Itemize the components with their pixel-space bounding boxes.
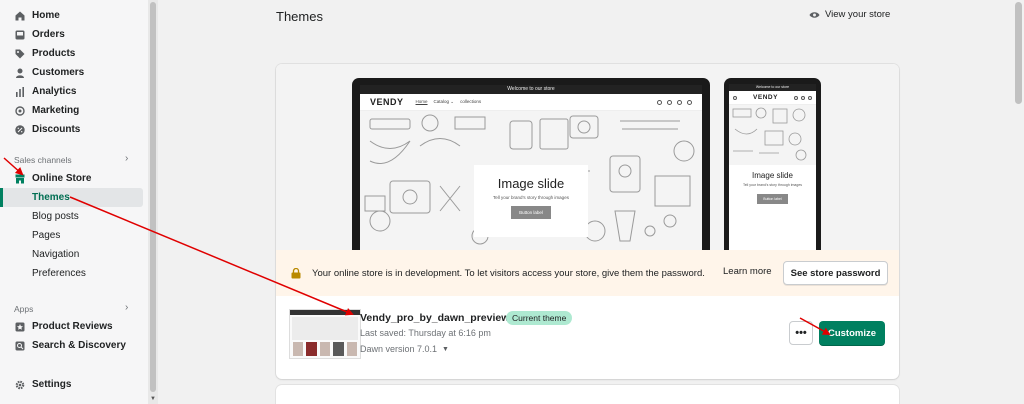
banner-message: Your online store is in development. To … [312, 267, 705, 279]
hero-illustration [729, 105, 816, 165]
theme-version-dropdown[interactable]: Dawn version 7.0.1 ▼ [360, 344, 449, 354]
discount-icon [15, 124, 25, 135]
cart-icon [687, 99, 692, 105]
announcement-bar: Welcome to our store [729, 84, 816, 91]
sidebar-subitem-blog-posts[interactable]: Blog posts [0, 207, 143, 226]
sales-channels-heading: Sales channels [14, 155, 72, 165]
sidebar-item-products[interactable]: Products [0, 44, 143, 63]
store-menu-item: collections [460, 99, 482, 104]
sidebar-item-label: Online Store [32, 173, 92, 184]
search-app-icon [15, 341, 25, 351]
sidebar-item-label: Orders [32, 29, 65, 40]
app-icon [15, 322, 25, 332]
store-menu-item: Home [415, 99, 428, 104]
sidebar-item-label: Search & Discovery [32, 340, 126, 351]
desktop-preview: Welcome to our store VENDY Home Catalog … [352, 78, 710, 250]
sidebar-item-search-discovery[interactable]: Search & Discovery [0, 336, 143, 355]
see-store-password-button[interactable]: See store password [783, 261, 888, 285]
home-icon [15, 11, 25, 21]
account-icon [667, 99, 672, 105]
slide-button: Button label [757, 194, 788, 204]
theme-thumbnail [289, 309, 361, 359]
current-theme-badge: Current theme [506, 311, 573, 325]
store-header-icons [657, 99, 692, 105]
sidebar-scrollbar[interactable]: ▼ [148, 0, 158, 404]
store-logo: VENDY [753, 94, 778, 101]
slide-title: Image slide [752, 171, 793, 180]
slide-title: Image slide [497, 176, 565, 191]
lock-icon [291, 267, 301, 278]
search-icon [657, 99, 662, 105]
sidebar-item-orders[interactable]: Orders [0, 25, 143, 44]
sidebar-item-label: Analytics [32, 86, 77, 97]
page-title: Themes [276, 9, 323, 24]
store-icon [15, 174, 25, 184]
sidebar-subitem-themes[interactable]: Themes [0, 188, 143, 207]
sidebar-subitem-navigation[interactable]: Navigation [0, 245, 143, 264]
scrollbar-thumb[interactable] [150, 2, 156, 392]
sidebar-item-label: Product Reviews [32, 321, 113, 332]
sidebar-item-settings[interactable]: Settings [0, 375, 143, 394]
current-theme-card: Welcome to our store VENDY Home Catalog … [276, 64, 899, 379]
sidebar-item-product-reviews[interactable]: Product Reviews [0, 317, 143, 336]
slide-subtitle: Tell your brand's story through images [493, 195, 569, 200]
last-saved-text: Last saved: Thursday at 6:16 pm [360, 328, 491, 338]
customize-button[interactable]: Customize [819, 321, 885, 346]
sidebar-item-customers[interactable]: Customers [0, 63, 143, 82]
page-scrollbar[interactable] [1012, 0, 1024, 404]
sidebar-item-label: Products [32, 48, 76, 59]
store-menu-item: Catalog ⌄ [433, 99, 455, 104]
eye-icon [809, 11, 820, 18]
sidebar-item-online-store[interactable]: Online Store [0, 169, 143, 188]
target-icon [15, 105, 25, 116]
sidebar-item-label: Settings [32, 379, 72, 390]
menu-icon [733, 95, 737, 100]
caret-down-icon: ▼ [442, 345, 449, 353]
password-banner: Your online store is in development. To … [276, 250, 899, 296]
more-actions-button[interactable]: ••• [789, 321, 813, 345]
sidebar-item-label: Customers [32, 67, 85, 78]
store-menu: Home Catalog ⌄ collections [416, 99, 482, 105]
slide-subtitle: Tell your brand's story through images [742, 183, 803, 187]
theme-name: Vendy_pro_by_dawn_preview [360, 312, 510, 324]
scrollbar-thumb[interactable] [1015, 2, 1022, 104]
sidebar-item-home[interactable]: Home [0, 6, 143, 25]
apps-heading: Apps [14, 304, 34, 314]
orders-icon [15, 30, 25, 40]
hero-slide: Image slide Tell your brand's story thro… [729, 166, 816, 221]
sidebar-item-marketing[interactable]: Marketing [0, 101, 143, 120]
wishlist-icon [677, 99, 682, 105]
tag-icon [15, 49, 25, 59]
theme-library-card [276, 385, 899, 404]
bar-chart-icon [15, 86, 25, 97]
hero-slide: Image slide Tell your brand's story thro… [474, 165, 588, 237]
sidebar-item-label: Marketing [32, 105, 80, 116]
announcement-bar: Welcome to our store [360, 85, 702, 94]
view-store-label: View your store [825, 9, 891, 20]
chevron-right-icon[interactable]: › [125, 302, 128, 313]
gear-icon [15, 380, 25, 390]
sidebar-item-label: Home [32, 10, 60, 21]
person-icon [15, 68, 25, 78]
store-header-icons [794, 95, 812, 100]
sidebar-subitem-preferences[interactable]: Preferences [0, 264, 143, 283]
mobile-preview: Welcome to our store VENDY Image slide T… [724, 78, 821, 250]
store-header: VENDY [729, 91, 816, 105]
scroll-down-icon[interactable]: ▼ [150, 396, 156, 402]
sidebar-subitem-pages[interactable]: Pages [0, 226, 143, 245]
sidebar-item-analytics[interactable]: Analytics [0, 82, 143, 101]
theme-version-label: Dawn version 7.0.1 [360, 344, 438, 354]
view-store-link[interactable]: View your store [809, 9, 890, 20]
store-logo: VENDY [370, 97, 404, 107]
sidebar-item-discounts[interactable]: Discounts [0, 120, 143, 139]
store-header: VENDY Home Catalog ⌄ collections [360, 94, 702, 111]
theme-details: Vendy_pro_by_dawn_preview Current theme … [276, 296, 899, 379]
learn-more-link[interactable]: Learn more [723, 266, 772, 277]
sidebar: Home Orders Products Customers Analytics… [0, 0, 148, 404]
sidebar-item-label: Discounts [32, 124, 81, 135]
chevron-right-icon[interactable]: › [125, 153, 128, 164]
slide-button: Button label [511, 206, 551, 219]
